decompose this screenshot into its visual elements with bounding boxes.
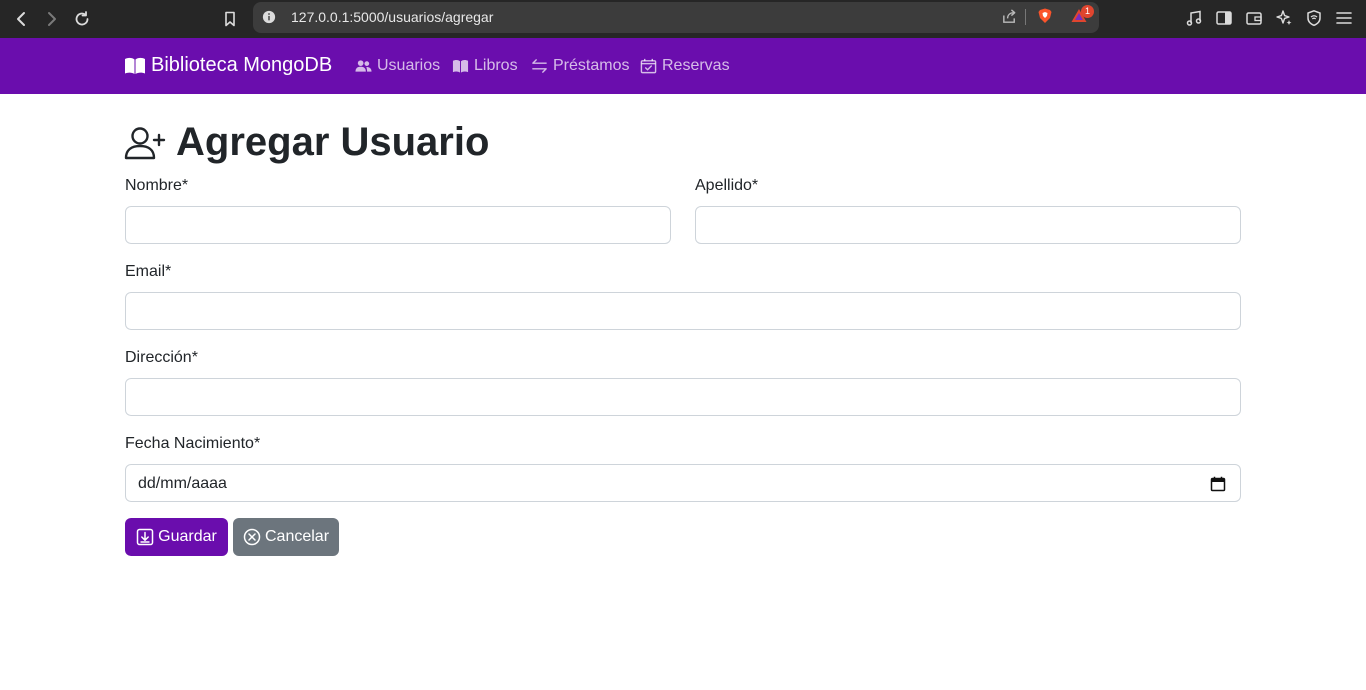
rewards-notification-badge: 1 (1081, 5, 1094, 18)
nav-item-prestamos[interactable]: Préstamos (531, 57, 629, 75)
brand-label: Biblioteca MongoDB (151, 54, 333, 76)
menu-icon[interactable] (1333, 7, 1355, 29)
nav-item-label: Usuarios (377, 57, 441, 74)
date-placeholder: dd/mm/aaaa (138, 475, 227, 492)
vpn-shield-icon[interactable] (1303, 7, 1325, 29)
x-circle-icon (243, 528, 261, 546)
wallet-icon[interactable] (1243, 7, 1265, 29)
nav-item-label: Reservas (662, 57, 730, 74)
reload-icon (75, 11, 89, 26)
back-button[interactable] (8, 5, 36, 33)
book-icon (452, 60, 469, 73)
person-add-icon (124, 126, 166, 159)
cancelar-button[interactable]: Cancelar (233, 518, 339, 556)
share-icon[interactable] (998, 5, 1020, 27)
nombre-label: Nombre* (125, 177, 189, 194)
forward-button[interactable] (37, 5, 65, 33)
nombre-field[interactable] (125, 206, 671, 244)
fecha-nacimiento-field[interactable]: dd/mm/aaaa (125, 464, 1241, 502)
media-icon[interactable] (1183, 7, 1205, 29)
calendar-check-icon (640, 58, 657, 74)
chevron-left-icon (17, 12, 25, 26)
nav-item-label: Libros (474, 57, 518, 74)
nav-item-reservas[interactable]: Reservas (640, 57, 730, 75)
bookmark-icon (225, 11, 235, 27)
leo-ai-icon[interactable] (1273, 7, 1295, 29)
brave-shields-icon[interactable] (1034, 5, 1056, 27)
reload-button[interactable] (68, 5, 96, 33)
url-text[interactable]: 127.0.0.1:5000/usuarios/agregar (291, 9, 493, 25)
page-title-text: Agregar Usuario (176, 120, 490, 164)
site-info-icon[interactable] (261, 9, 277, 25)
cancelar-label: Cancelar (264, 528, 330, 545)
users-icon (355, 60, 372, 72)
apellido-label: Apellido* (695, 177, 759, 194)
arrows-exchange-icon (532, 59, 547, 73)
open-book-icon (125, 57, 145, 74)
calendar-icon[interactable] (1210, 476, 1226, 492)
sidebar-toggle-icon[interactable] (1213, 7, 1235, 29)
address-bar[interactable]: 127.0.0.1:5000/usuarios/agregar (253, 2, 1099, 33)
guardar-label: Guardar (158, 528, 217, 545)
nav-item-label: Préstamos (553, 57, 630, 74)
email-field[interactable] (125, 292, 1241, 330)
fecha-nacimiento-label: Fecha Nacimiento* (125, 435, 261, 452)
nav-item-usuarios[interactable]: Usuarios (355, 57, 440, 75)
page-title: Agregar Usuario (124, 120, 489, 165)
app-navbar: Biblioteca MongoDB Usuarios Libros Prést… (0, 38, 1366, 94)
guardar-button[interactable]: Guardar (125, 518, 228, 556)
nav-item-libros[interactable]: Libros (452, 57, 518, 75)
download-icon (136, 528, 154, 546)
bookmark-button[interactable] (216, 5, 244, 33)
direccion-label: Dirección* (125, 349, 198, 366)
direccion-field[interactable] (125, 378, 1241, 416)
navbar-brand[interactable]: Biblioteca MongoDB (124, 54, 332, 77)
apellido-field[interactable] (695, 206, 1241, 244)
chevron-right-icon (48, 12, 56, 26)
browser-toolbar: 127.0.0.1:5000/usuarios/agregar 1 (0, 0, 1366, 38)
email-label: Email* (125, 263, 172, 280)
address-separator (1025, 9, 1026, 25)
